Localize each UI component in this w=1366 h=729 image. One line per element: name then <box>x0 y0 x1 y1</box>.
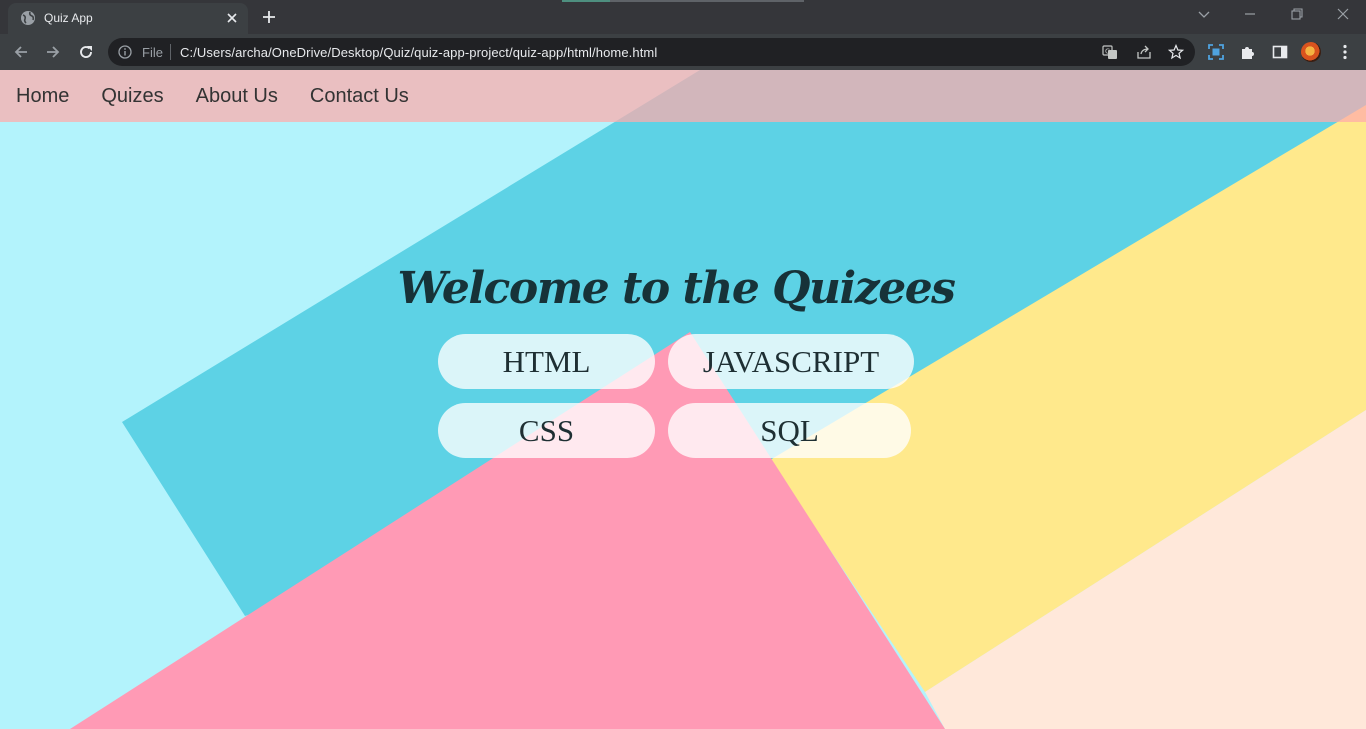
address-bar-divider <box>170 44 171 60</box>
file-scheme-label: File <box>142 45 163 60</box>
star-icon[interactable] <box>1168 44 1184 60</box>
geometric-background <box>70 70 1366 729</box>
svg-text:G: G <box>1105 48 1110 56</box>
page-title: Welcome to the Quizees <box>397 263 956 314</box>
arrow-right-icon[interactable] <box>44 43 62 61</box>
reload-icon[interactable] <box>77 43 95 61</box>
profile-avatar[interactable] <box>1301 42 1321 62</box>
puzzle-icon[interactable] <box>1239 43 1257 61</box>
top-navbar: Home Quizes About Us Contact Us <box>0 70 1366 122</box>
info-icon[interactable] <box>118 45 132 59</box>
quiz-button-css[interactable]: CSS <box>438 403 655 458</box>
address-bar[interactable]: File C:/Users/archa/OneDrive/Desktop/Qui… <box>108 38 1195 66</box>
share-icon[interactable] <box>1136 44 1152 60</box>
globe-icon <box>21 11 35 25</box>
minimize-icon[interactable] <box>1242 6 1258 22</box>
nav-link-contact-us[interactable]: Contact Us <box>310 85 409 108</box>
window-close-icon[interactable] <box>1335 6 1351 22</box>
nav-link-quizes[interactable]: Quizes <box>101 85 163 108</box>
browser-tab-bar: Quiz App <box>0 0 1366 34</box>
translate-icon[interactable]: G <box>1102 44 1118 60</box>
side-panel-icon[interactable] <box>1271 43 1289 61</box>
browser-tab[interactable]: Quiz App <box>8 3 248 34</box>
screen-capture-icon[interactable] <box>1207 43 1225 61</box>
chevron-down-icon[interactable] <box>1196 6 1212 22</box>
tab-title: Quiz App <box>44 11 93 25</box>
restore-icon[interactable] <box>1289 6 1305 22</box>
tab-strip-indicator <box>562 0 804 2</box>
close-icon[interactable] <box>224 10 240 26</box>
page-viewport: Home Quizes About Us Contact Us Welcome … <box>0 70 1366 729</box>
nav-link-about-us[interactable]: About Us <box>196 85 278 108</box>
quiz-button-javascript[interactable]: JAVASCRIPT <box>668 334 914 389</box>
url-text[interactable]: C:/Users/archa/OneDrive/Desktop/Quiz/qui… <box>180 45 657 60</box>
arrow-left-icon[interactable] <box>12 43 30 61</box>
kebab-menu-icon[interactable] <box>1336 43 1354 61</box>
quiz-button-html[interactable]: HTML <box>438 334 655 389</box>
nav-link-home[interactable]: Home <box>16 85 69 108</box>
browser-toolbar: File C:/Users/archa/OneDrive/Desktop/Qui… <box>0 34 1366 70</box>
plus-icon[interactable] <box>260 8 278 26</box>
quiz-button-sql[interactable]: SQL <box>668 403 911 458</box>
